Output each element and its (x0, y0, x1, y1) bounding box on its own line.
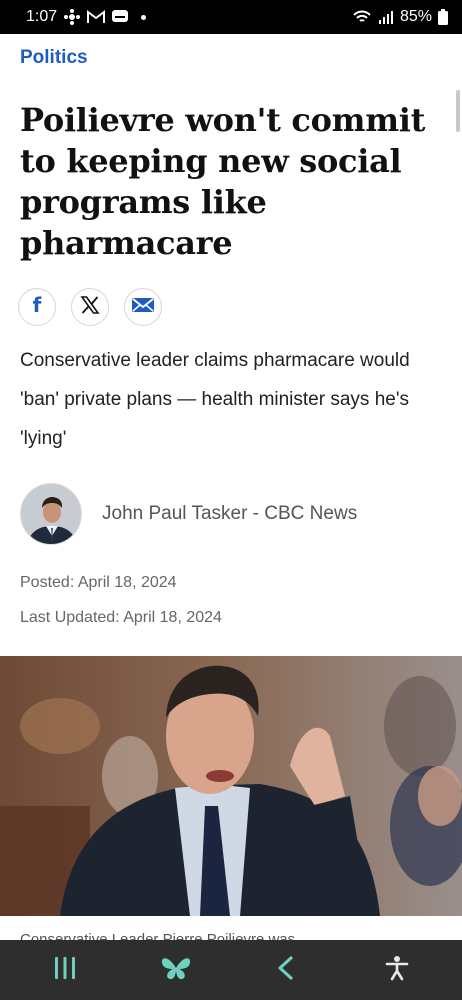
cbc-gem-icon (63, 8, 81, 26)
scrollbar-thumb[interactable] (456, 90, 460, 132)
article-deck: Conservative leader claims pharmacare wo… (20, 350, 410, 449)
x-share-button[interactable] (71, 288, 109, 326)
x-icon (80, 295, 100, 320)
posted-date: Posted: April 18, 2024 (20, 574, 177, 591)
butterfly-icon (159, 954, 193, 987)
facebook-share-button[interactable]: f (18, 288, 56, 326)
author-byline: John Paul Tasker - CBC News (20, 483, 357, 545)
section-label[interactable]: Politics (20, 47, 88, 69)
battery-percent: 85% (399, 8, 432, 25)
home-button[interactable] (146, 945, 206, 995)
author-name[interactable]: John Paul Tasker - CBC News (102, 503, 357, 525)
wifi-icon (352, 9, 372, 25)
status-bar: 1:07 85% (0, 0, 462, 34)
svg-text:f: f (33, 294, 42, 316)
back-button[interactable] (256, 945, 316, 995)
back-icon (275, 955, 297, 986)
email-share-button[interactable] (124, 288, 162, 326)
battery-icon (438, 9, 448, 25)
share-row: f (18, 288, 162, 326)
recent-apps-icon (52, 955, 78, 986)
notification-dot (141, 14, 147, 20)
recent-apps-button[interactable] (35, 945, 95, 995)
status-time: 1:07 (26, 8, 58, 25)
accessibility-button[interactable] (367, 945, 427, 995)
author-avatar (20, 483, 82, 545)
accessibility-icon (385, 955, 409, 986)
facebook-icon: f (26, 293, 48, 321)
message-icon (111, 9, 129, 25)
image-caption: Conservative Leader Pierre Poilievre was (20, 931, 296, 940)
status-left: 1:07 (26, 8, 147, 26)
article-headline: Poilievre won't commit to keeping new so… (20, 101, 426, 262)
signal-icon (378, 10, 394, 24)
updated-date: Last Updated: April 18, 2024 (20, 609, 222, 626)
navigation-bar (0, 940, 462, 1000)
status-right: 85% (352, 8, 448, 26)
hero-image[interactable] (0, 656, 462, 916)
gmail-icon (87, 10, 106, 24)
email-icon (131, 296, 155, 319)
